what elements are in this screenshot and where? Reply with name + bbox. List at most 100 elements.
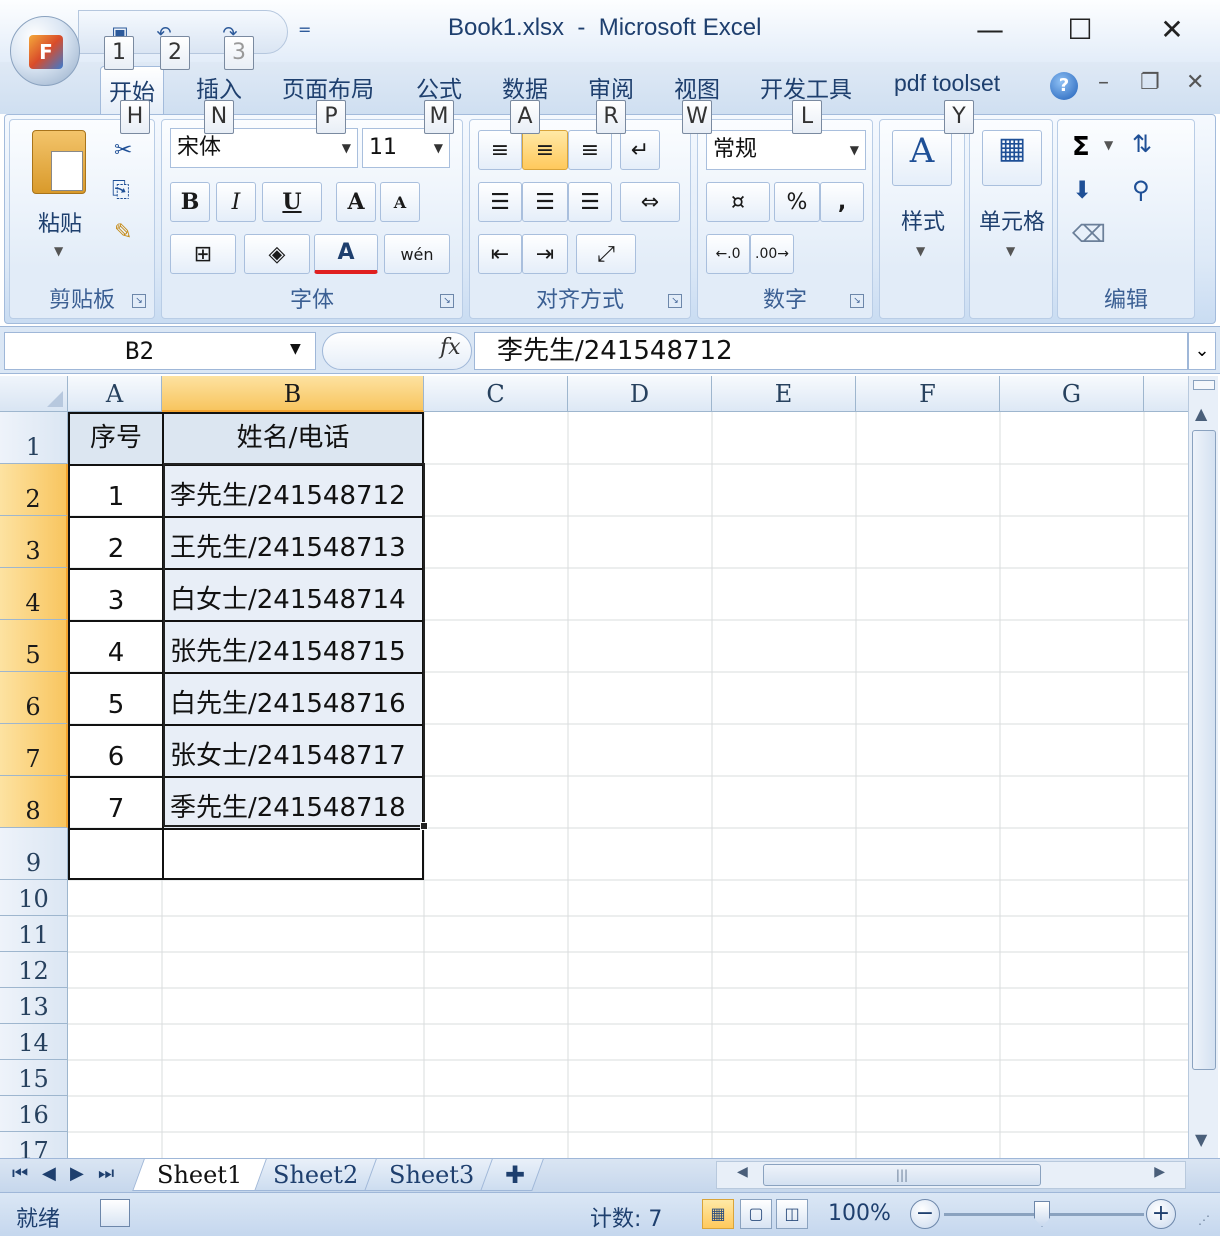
column-header-b[interactable]: B xyxy=(162,376,424,412)
cells-icon[interactable]: ▦ xyxy=(982,130,1042,186)
column-header-partial[interactable] xyxy=(1144,376,1188,412)
cell-b1[interactable]: 姓名/电话 xyxy=(162,412,424,466)
table-cell-name-phone[interactable]: 白先生/241548716 xyxy=(162,672,424,726)
styles-icon[interactable]: A xyxy=(892,130,952,186)
paste-button[interactable]: 粘贴 xyxy=(30,206,90,238)
maximize-button[interactable]: ☐ xyxy=(1060,12,1100,48)
increase-decimal-button[interactable]: ←.0 xyxy=(706,234,750,274)
clipboard-launcher-icon[interactable]: ↘ xyxy=(132,294,146,308)
ribbon-restore-icon[interactable]: ❐ xyxy=(1140,70,1160,95)
horizontal-scroll-thumb[interactable]: ||| xyxy=(763,1164,1041,1186)
table-cell-name-phone[interactable]: 张先生/241548715 xyxy=(162,620,424,674)
paste-icon[interactable] xyxy=(32,130,86,194)
table-cell-number[interactable]: 1 xyxy=(68,464,164,518)
underline-button[interactable]: U xyxy=(262,182,322,222)
table-cell-name-phone[interactable]: 季先生/241548718 xyxy=(162,776,424,830)
cell-a1[interactable]: 序号 xyxy=(68,412,164,466)
scroll-left-icon[interactable]: ◀ xyxy=(737,1164,748,1180)
percent-button[interactable]: % xyxy=(774,182,820,222)
formula-input[interactable]: 李先生/241548712 xyxy=(474,332,1188,370)
italic-button[interactable]: I xyxy=(216,182,256,222)
decrease-indent-button[interactable]: ⇤ xyxy=(478,234,522,274)
vertical-scrollbar[interactable]: ▲ ▼ xyxy=(1188,376,1218,1158)
fill-icon[interactable]: ⬇ xyxy=(1072,176,1092,204)
grow-font-button[interactable]: A xyxy=(336,182,376,222)
copy-icon[interactable]: ⎘ xyxy=(112,178,130,203)
align-left-button[interactable]: ☰ xyxy=(478,182,522,222)
cells-dropdown-icon[interactable]: ▼ xyxy=(1006,244,1015,258)
borders-button[interactable]: ⊞ xyxy=(170,234,236,274)
zoom-in-icon[interactable]: + xyxy=(1146,1199,1176,1229)
comma-button[interactable]: , xyxy=(820,182,864,222)
column-header-e[interactable]: E xyxy=(712,376,856,412)
page-layout-view-button[interactable]: ▢ xyxy=(740,1199,772,1229)
shrink-font-button[interactable]: A xyxy=(380,182,420,222)
tab-data[interactable]: 数据 xyxy=(502,70,548,104)
row-header[interactable]: 14 xyxy=(0,1024,68,1060)
row-header[interactable]: 17 xyxy=(0,1132,68,1158)
page-break-view-button[interactable]: ◫ xyxy=(776,1199,808,1229)
resize-grip-icon[interactable]: ⋰ xyxy=(1198,1213,1210,1227)
column-header-g[interactable]: G xyxy=(1000,376,1144,412)
row-header[interactable]: 13 xyxy=(0,988,68,1024)
table-cell-name-phone[interactable]: 白女士/241548714 xyxy=(162,568,424,622)
table-cell-number[interactable]: 7 xyxy=(68,776,164,830)
insert-function-icon[interactable]: fx xyxy=(440,335,461,360)
expand-formula-bar-icon[interactable]: ⌄ xyxy=(1188,332,1216,370)
minimize-button[interactable]: — xyxy=(970,12,1010,48)
tab-view[interactable]: 视图 xyxy=(674,70,720,104)
clear-icon[interactable]: ⌫ xyxy=(1072,220,1106,248)
office-button[interactable]: F xyxy=(10,16,80,86)
find-select-icon[interactable]: ⚲ xyxy=(1132,176,1150,204)
align-center-button[interactable]: ☰ xyxy=(522,182,568,222)
row-header[interactable]: 4 xyxy=(0,568,68,620)
cell-a9[interactable] xyxy=(68,828,164,880)
currency-button[interactable]: ¤ xyxy=(706,182,770,222)
autosum-button[interactable]: Σ xyxy=(1072,132,1090,162)
column-header-a[interactable]: A xyxy=(68,376,162,412)
cells-button-label[interactable]: 单元格 xyxy=(970,204,1054,236)
insert-sheet-button[interactable]: ✚ xyxy=(480,1159,544,1191)
first-sheet-icon[interactable]: ⏮ xyxy=(12,1163,28,1184)
cell-b9[interactable] xyxy=(162,828,424,880)
styles-dropdown-icon[interactable]: ▼ xyxy=(916,244,925,258)
table-cell-number[interactable]: 3 xyxy=(68,568,164,622)
row-header[interactable]: 9 xyxy=(0,828,68,880)
customize-qat-button[interactable]: = xyxy=(298,20,311,39)
table-cell-number[interactable]: 5 xyxy=(68,672,164,726)
prev-sheet-icon[interactable]: ◀ xyxy=(42,1163,56,1184)
macro-record-icon[interactable] xyxy=(100,1199,130,1227)
ribbon-close-icon[interactable]: ✕ xyxy=(1186,70,1204,95)
column-header-d[interactable]: D xyxy=(568,376,712,412)
align-right-button[interactable]: ☰ xyxy=(568,182,612,222)
close-button[interactable]: ✕ xyxy=(1152,12,1192,48)
chevron-down-icon[interactable]: ▼ xyxy=(1104,138,1113,152)
row-header[interactable]: 10 xyxy=(0,880,68,916)
orientation-button[interactable]: ⤢ xyxy=(576,234,636,274)
scroll-right-icon[interactable]: ▶ xyxy=(1154,1164,1165,1180)
tab-pdf-toolset[interactable]: pdf toolset xyxy=(894,70,1000,97)
table-cell-name-phone[interactable]: 张女士/241548717 xyxy=(162,724,424,778)
sheet-tab-sheet2[interactable]: Sheet2 xyxy=(248,1159,384,1191)
row-header[interactable]: 2 xyxy=(0,464,68,516)
row-header[interactable]: 8 xyxy=(0,776,68,828)
sort-filter-icon[interactable]: ⇅ xyxy=(1132,130,1152,158)
number-launcher-icon[interactable]: ↘ xyxy=(850,294,864,308)
styles-button-label[interactable]: 样式 xyxy=(880,204,966,236)
font-name-combo[interactable]: 宋体 ▼ xyxy=(170,128,358,168)
normal-view-button[interactable]: ▦ xyxy=(702,1199,734,1229)
table-cell-name-phone[interactable]: 王先生/241548713 xyxy=(162,516,424,570)
row-header[interactable]: 5 xyxy=(0,620,68,672)
vertical-scroll-thumb[interactable] xyxy=(1192,430,1216,1070)
chevron-down-icon[interactable]: ▼ xyxy=(290,341,301,357)
horizontal-scrollbar[interactable]: ◀ ||| ▶ xyxy=(716,1161,1186,1189)
alignment-launcher-icon[interactable]: ↘ xyxy=(668,294,682,308)
select-all-button[interactable] xyxy=(0,376,68,412)
sheet-tab-sheet1[interactable]: Sheet1 xyxy=(132,1159,268,1191)
align-bottom-button[interactable]: ≡ xyxy=(568,130,612,170)
table-cell-number[interactable]: 4 xyxy=(68,620,164,674)
column-header-f[interactable]: F xyxy=(856,376,1000,412)
table-cell-number[interactable]: 6 xyxy=(68,724,164,778)
next-sheet-icon[interactable]: ▶ xyxy=(70,1163,84,1184)
zoom-slider-thumb[interactable] xyxy=(1034,1201,1050,1227)
